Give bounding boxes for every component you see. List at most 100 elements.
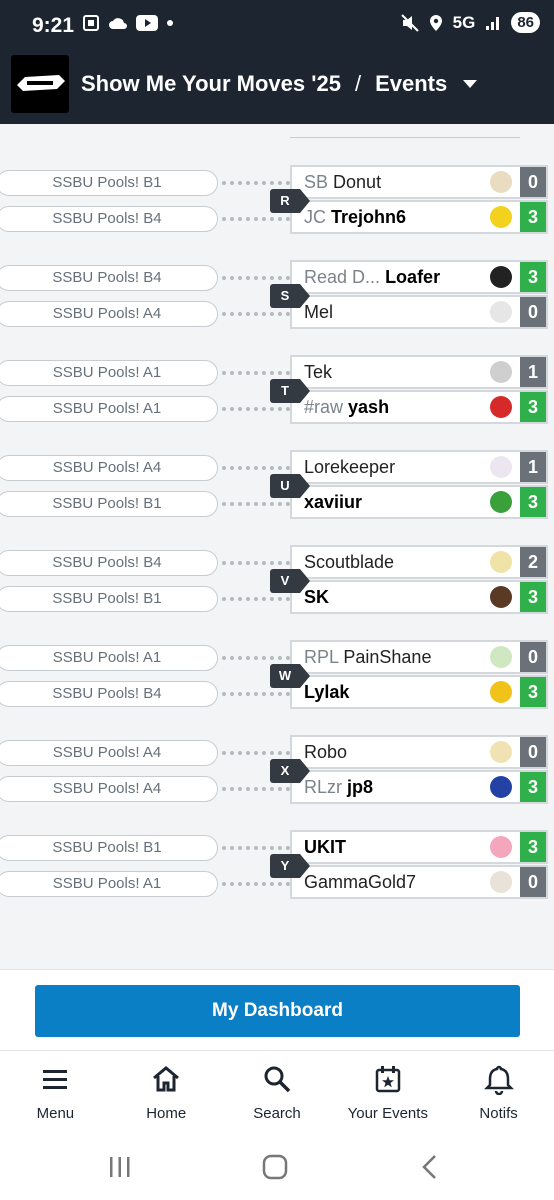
tournament-title-link[interactable]: Show Me Your Moves '25	[81, 71, 341, 97]
player-slot[interactable]: Read D... Loafer 3	[290, 260, 548, 294]
home-button-icon[interactable]	[261, 1153, 289, 1181]
bracket-match[interactable]: SSBU Pools! B1 SSBU Pools! B4 SB Donut 0 JC …	[0, 165, 554, 237]
bracket-connector	[222, 561, 290, 565]
source-pool-pill[interactable]: SSBU Pools! B4	[0, 550, 218, 576]
source-pool-pill[interactable]: SSBU Pools! A1	[0, 871, 218, 897]
bracket-match[interactable]: SSBU Pools! A4 SSBU Pools! B1 Lorekeeper 1 x…	[0, 450, 554, 522]
bracket-match[interactable]: SSBU Pools! A1 SSBU Pools! A1 Tek 1 #raw yas…	[0, 355, 554, 427]
event-logo[interactable]	[11, 55, 69, 113]
nav-search[interactable]: Search	[222, 1051, 333, 1133]
bracket-connector	[222, 846, 290, 850]
nav-home[interactable]: Home	[111, 1051, 222, 1133]
player-score: 3	[520, 487, 546, 517]
bracket-connector	[222, 407, 290, 411]
player-score: 0	[520, 297, 546, 327]
bracket-connector	[222, 217, 290, 221]
match-identifier-badge[interactable]: T	[270, 379, 310, 403]
nav-home-label: Home	[146, 1105, 187, 1122]
player-name: Read D... Loafer	[292, 267, 490, 288]
bracket-divider	[290, 137, 520, 138]
source-pool-pill[interactable]: SSBU Pools! B1	[0, 170, 218, 196]
bracket-match[interactable]: SSBU Pools! B1 SSBU Pools! A1 UKIT 3 GammaGo…	[0, 830, 554, 902]
match-identifier-badge[interactable]: U	[270, 474, 310, 498]
source-pool-pill[interactable]: SSBU Pools! A4	[0, 776, 218, 802]
source-pool-pill[interactable]: SSBU Pools! B4	[0, 265, 218, 291]
match-identifier-badge[interactable]: W	[270, 664, 310, 688]
source-pool-pill[interactable]: SSBU Pools! A1	[0, 396, 218, 422]
player-gamertag: Scoutblade	[304, 551, 395, 572]
source-pool-pill[interactable]: SSBU Pools! B1	[0, 491, 218, 517]
chevron-down-icon[interactable]	[463, 80, 478, 88]
screenshot-icon	[83, 15, 99, 31]
player-slot[interactable]: Lorekeeper 1	[290, 450, 548, 484]
battery-indicator: 86	[511, 12, 540, 33]
player-slot[interactable]: GammaGold7 0	[290, 865, 548, 899]
player-slot[interactable]: RLzr jp8 3	[290, 770, 548, 804]
system-navigation-bar	[0, 1133, 554, 1200]
source-pool-pill[interactable]: SSBU Pools! A4	[0, 455, 218, 481]
nav-your-events-label: Your Events	[347, 1105, 428, 1122]
player-slot[interactable]: SB Donut 0	[290, 165, 548, 199]
bracket-match[interactable]: SSBU Pools! A1 SSBU Pools! B4 RPL PainShan…	[0, 640, 554, 712]
bracket-view[interactable]: SSBU Pools! B1 SSBU Pools! B4 SB Donut 0 JC …	[0, 124, 554, 969]
nav-notifs[interactable]: Notifs	[443, 1051, 554, 1133]
nav-menu[interactable]: Menu	[0, 1051, 111, 1133]
bracket-match[interactable]: SSBU Pools! B4 SSBU Pools! A4 Read D... Lo…	[0, 260, 554, 332]
my-dashboard-button[interactable]: My Dashboard	[35, 985, 520, 1037]
player-slot[interactable]: Tek 1	[290, 355, 548, 389]
character-icon	[490, 206, 512, 228]
player-slot[interactable]: #raw yash 3	[290, 390, 548, 424]
player-name: Lylak	[292, 682, 490, 703]
character-icon	[490, 456, 512, 478]
events-dropdown[interactable]: Events	[375, 71, 447, 97]
player-score: 3	[520, 392, 546, 422]
player-name: RLzr jp8	[292, 777, 490, 798]
match-identifier-badge[interactable]: R	[270, 189, 310, 213]
player-gamertag: Loafer	[385, 266, 441, 287]
mute-icon	[400, 13, 419, 32]
player-slot[interactable]: SK 3	[290, 580, 548, 614]
bracket-connector	[222, 597, 290, 601]
match-identifier-badge[interactable]: X	[270, 759, 310, 783]
cloud-icon	[109, 18, 127, 29]
recent-apps-icon[interactable]	[106, 1153, 134, 1181]
player-gamertag: Donut	[333, 171, 382, 192]
source-pool-pill[interactable]: SSBU Pools! B4	[0, 681, 218, 707]
bracket-connector	[222, 692, 290, 696]
player-slot[interactable]: xaviiur 3	[290, 485, 548, 519]
back-icon[interactable]	[416, 1153, 444, 1181]
source-pool-pill[interactable]: SSBU Pools! A4	[0, 740, 218, 766]
match-identifier-badge[interactable]: Y	[270, 854, 310, 878]
player-slot[interactable]: Mel 0	[290, 295, 548, 329]
player-name: SB Donut	[292, 172, 490, 193]
header-breadcrumb: Show Me Your Moves '25 / Events	[81, 71, 478, 97]
source-pool-pill[interactable]: SSBU Pools! B4	[0, 206, 218, 232]
source-pool-pill[interactable]: SSBU Pools! A4	[0, 301, 218, 327]
match-identifier-badge[interactable]: V	[270, 569, 310, 593]
network-label: 5G	[452, 12, 476, 32]
character-icon	[490, 551, 512, 573]
player-score: 3	[520, 262, 546, 292]
player-slot[interactable]: Lylak 3	[290, 675, 548, 709]
player-slot[interactable]: Robo 0	[290, 735, 548, 769]
source-pool-pill[interactable]: SSBU Pools! A1	[0, 645, 218, 671]
player-gamertag: Lylak	[304, 681, 350, 702]
bracket-match[interactable]: SSBU Pools! A4 SSBU Pools! A4 Robo 0 RLzr jp…	[0, 735, 554, 807]
player-slot[interactable]: Scoutblade 2	[290, 545, 548, 579]
location-icon	[429, 14, 442, 31]
player-score: 3	[520, 832, 546, 862]
source-pool-pill[interactable]: SSBU Pools! B1	[0, 835, 218, 861]
source-pool-pill[interactable]: SSBU Pools! B1	[0, 586, 218, 612]
match-identifier-badge[interactable]: S	[270, 284, 310, 308]
player-score: 2	[520, 547, 546, 577]
player-slot[interactable]: RPL PainShane 0	[290, 640, 548, 674]
player-name: Robo	[292, 742, 490, 763]
player-slot[interactable]: JC Trejohn6 3	[290, 200, 548, 234]
nav-your-events[interactable]: Your Events	[332, 1051, 443, 1133]
youtube-icon	[136, 15, 158, 31]
player-gamertag: yash	[348, 396, 390, 417]
bracket-connector	[222, 312, 290, 316]
source-pool-pill[interactable]: SSBU Pools! A1	[0, 360, 218, 386]
bracket-match[interactable]: SSBU Pools! B4 SSBU Pools! B1 Scoutblade 2 S…	[0, 545, 554, 617]
player-slot[interactable]: UKIT 3	[290, 830, 548, 864]
